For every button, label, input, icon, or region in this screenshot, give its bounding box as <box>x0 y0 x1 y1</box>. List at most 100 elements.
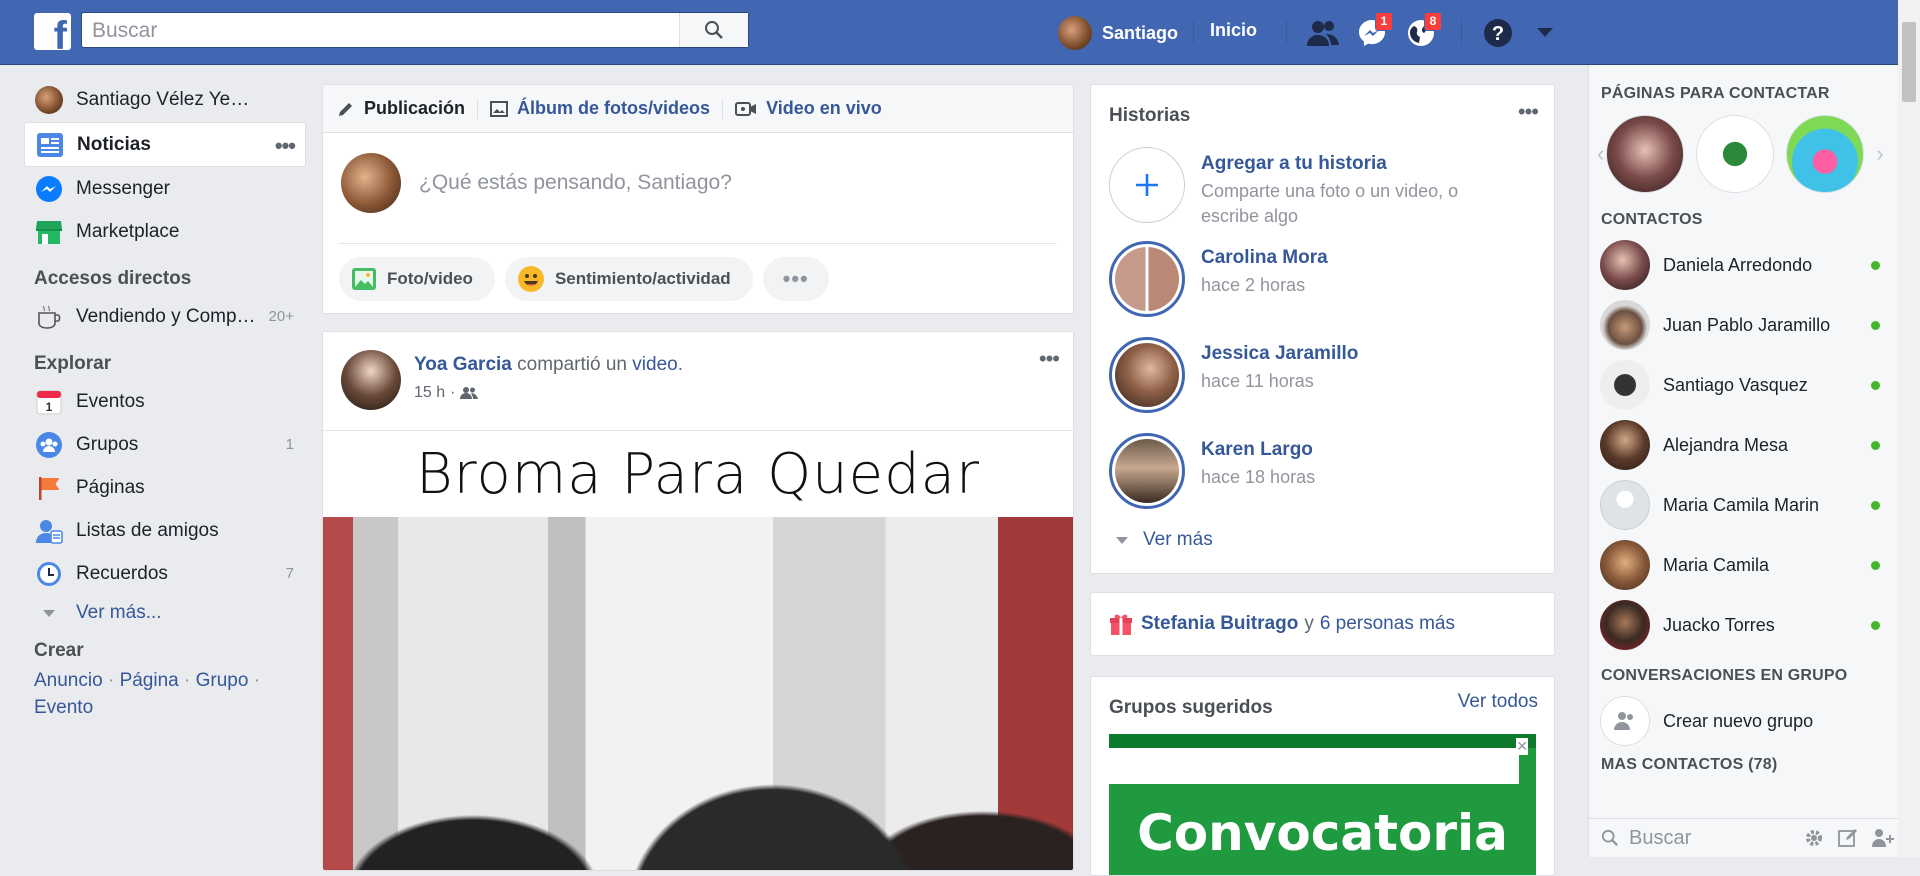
chat-search-input[interactable] <box>1627 825 1781 851</box>
chevron-left-icon[interactable]: ‹ <box>1597 141 1604 167</box>
search-input[interactable] <box>82 13 674 49</box>
add-to-story[interactable]: Agregar a tu historia Comparte una foto … <box>1109 147 1501 229</box>
add-story-title: Agregar a tu historia <box>1201 153 1387 174</box>
feeling-activity-button[interactable]: Sentimiento/actividad <box>504 257 753 301</box>
post-timestamp[interactable]: 15 h <box>414 384 445 402</box>
tab-label: Publicación <box>364 98 466 118</box>
contact-name: Daniela Arredondo <box>1663 254 1813 275</box>
avatar <box>1600 480 1650 530</box>
create-group-link[interactable]: Grupo <box>196 670 249 691</box>
divider <box>1286 20 1287 44</box>
post-video-link[interactable]: video <box>632 354 677 375</box>
avatar[interactable] <box>341 350 401 410</box>
video-camera-icon <box>735 101 757 116</box>
see-more-label: Ver más... <box>76 602 162 623</box>
sidebar-item-label: Grupos <box>76 433 139 455</box>
sidebar-item-eventos[interactable]: 1 Eventos <box>24 380 306 423</box>
contact-item[interactable]: Juacko Torres <box>1589 595 1899 655</box>
memories-clock-icon <box>37 561 61 586</box>
birthday-others-link[interactable]: 6 personas más <box>1320 613 1455 635</box>
smiley-icon <box>517 266 544 292</box>
online-indicator <box>1871 500 1880 510</box>
notifications-button[interactable]: 8 <box>1404 12 1442 50</box>
avatar <box>1115 247 1179 311</box>
messages-button[interactable]: 1 <box>1355 12 1393 50</box>
tab-album[interactable]: Álbum de fotos/videos <box>490 98 710 119</box>
account-menu-button[interactable] <box>1528 16 1562 50</box>
birthday-reminder[interactable]: Stefania Buitrago y 6 personas más <box>1090 592 1555 656</box>
gear-icon[interactable] <box>1803 827 1825 849</box>
contact-name: Juacko Torres <box>1663 614 1775 635</box>
group-cover-image[interactable]: Convocatoria ✕ <box>1109 734 1536 875</box>
contact-item[interactable]: Daniela Arredondo <box>1589 235 1899 295</box>
post-author-link[interactable]: Yoa Garcia <box>414 354 512 375</box>
page-avatar[interactable] <box>1786 115 1865 193</box>
contact-item[interactable]: Juan Pablo Jaramillo <box>1589 295 1899 355</box>
tab-live-video[interactable]: Video en vivo <box>735 98 882 119</box>
sidebar-item-messenger[interactable]: Messenger <box>24 167 306 210</box>
home-link[interactable]: Inicio <box>1210 20 1257 41</box>
post-options-icon[interactable]: ••• <box>1039 346 1060 372</box>
friend-requests-button[interactable] <box>1306 16 1340 50</box>
svg-text:1: 1 <box>46 400 53 414</box>
facebook-logo[interactable]: f <box>34 13 71 50</box>
sidebar-item-grupos[interactable]: Grupos 1 <box>24 423 306 466</box>
shortcut-count: 20+ <box>268 308 294 325</box>
search-icon <box>1601 829 1618 846</box>
sidebar-item-recuerdos[interactable]: Recuerdos 7 <box>24 552 306 595</box>
tab-publicacion[interactable]: Publicación <box>337 98 465 119</box>
close-icon[interactable]: ✕ <box>1516 738 1528 755</box>
add-story-button[interactable] <box>1109 147 1185 223</box>
story-item[interactable]: Carolina Mora hace 2 horas <box>1109 241 1328 317</box>
see-all-link[interactable]: Ver todos <box>1458 691 1538 713</box>
profile-shortcut[interactable]: Santiago Vélez Ye… <box>24 78 306 121</box>
sidebar-item-marketplace[interactable]: Marketplace <box>24 210 306 253</box>
see-more-link[interactable]: Ver más... <box>24 595 306 631</box>
contact-item[interactable]: Maria Camila Marin <box>1589 475 1899 535</box>
page-avatar[interactable] <box>1696 115 1775 193</box>
more-options-icon[interactable]: ••• <box>275 133 296 159</box>
avatar <box>1600 240 1650 290</box>
create-group-button[interactable]: Crear nuevo grupo <box>1589 691 1899 751</box>
compose-icon[interactable] <box>1837 827 1859 849</box>
new-group-icon <box>1600 696 1650 746</box>
divider <box>1193 20 1194 44</box>
sidebar-item-shortcut-group[interactable]: Vendiendo y Comp… 20+ <box>24 295 306 338</box>
birthday-person-link[interactable]: Stefania Buitrago <box>1141 613 1298 635</box>
photo-video-button[interactable]: Foto/video <box>339 257 495 301</box>
see-more-label: Ver más <box>1143 529 1213 550</box>
help-icon: ? <box>1484 19 1512 47</box>
page-avatar[interactable] <box>1606 115 1685 193</box>
profile-name: Santiago Vélez Ye… <box>76 88 250 110</box>
contact-item[interactable]: Alejandra Mesa <box>1589 415 1899 475</box>
scrollbar-thumb[interactable] <box>1902 22 1916 102</box>
more-contacts-title: MÁS CONTACTOS (78) <box>1601 757 1778 773</box>
stories-options-icon[interactable]: ••• <box>1518 99 1539 125</box>
video-player[interactable]: Broma Para Quedar <box>323 431 1073 870</box>
add-group-icon[interactable] <box>1871 827 1895 849</box>
contact-item[interactable]: Santiago Vasquez <box>1589 355 1899 415</box>
create-event-link[interactable]: Evento <box>34 697 93 718</box>
composer-actions: Foto/video Sentimiento/actividad ••• <box>323 244 1073 314</box>
create-page-link[interactable]: Página <box>120 670 179 691</box>
composer-placeholder[interactable]: ¿Qué estás pensando, Santiago? <box>419 171 732 195</box>
story-item[interactable]: Jessica Jaramillo hace 11 horas <box>1109 337 1358 413</box>
left-sidebar: Santiago Vélez Ye… Noticias ••• Messenge… <box>24 78 306 721</box>
sidebar-item-noticias[interactable]: Noticias ••• <box>24 122 306 167</box>
page-scrollbar[interactable] <box>1898 0 1920 857</box>
composer-input-area[interactable]: ¿Qué estás pensando, Santiago? <box>339 133 1057 244</box>
friends-icon <box>1307 21 1339 46</box>
stories-see-more[interactable]: Ver más <box>1115 529 1213 551</box>
sidebar-item-paginas[interactable]: Páginas <box>24 466 306 509</box>
create-ad-link[interactable]: Anuncio <box>34 670 103 691</box>
friends-audience-icon[interactable] <box>460 386 479 400</box>
contact-item[interactable]: Maria Camila <box>1589 535 1899 595</box>
profile-link[interactable]: Santiago <box>1058 16 1178 50</box>
search-button[interactable] <box>679 13 748 47</box>
help-button[interactable]: ? <box>1481 16 1515 50</box>
story-item[interactable]: Karen Largo hace 18 horas <box>1109 433 1315 509</box>
chevron-right-icon[interactable]: › <box>1876 141 1883 167</box>
sidebar-item-listas[interactable]: Listas de amigos <box>24 509 306 552</box>
top-navigation-bar: f Santiago Inicio 1 8 ? <box>0 0 1920 65</box>
more-options-button[interactable]: ••• <box>762 257 829 301</box>
